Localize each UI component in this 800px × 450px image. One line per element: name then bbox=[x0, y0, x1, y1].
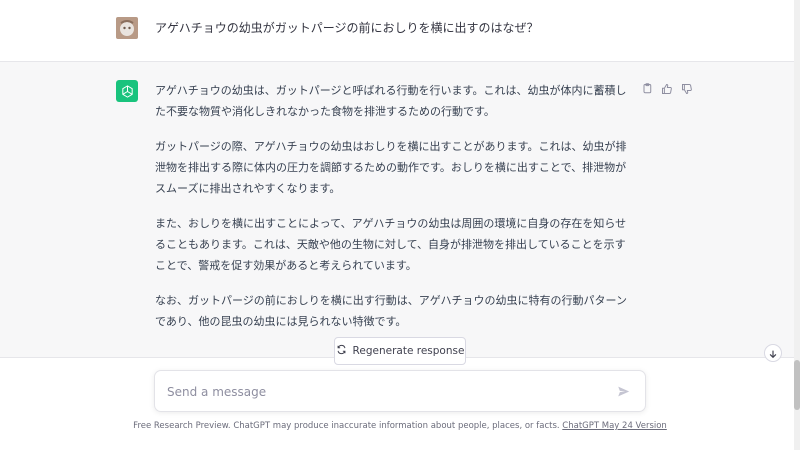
answer-paragraph: アゲハチョウの幼虫は、ガットパージと呼ばれる行動を行います。これは、幼虫が体内に… bbox=[155, 84, 627, 118]
message-composer bbox=[154, 370, 646, 412]
user-message-text: アゲハチョウの幼虫がガットパージの前におしりを横に出すのはなぜ？ bbox=[155, 21, 539, 35]
regenerate-response-button[interactable]: Regenerate response bbox=[334, 337, 466, 365]
message-input[interactable] bbox=[167, 382, 607, 402]
copy-icon[interactable] bbox=[640, 82, 654, 96]
chatgpt-logo-icon bbox=[116, 80, 138, 102]
regenerate-label: Regenerate response bbox=[352, 345, 465, 357]
message-actions bbox=[640, 82, 694, 96]
footer-disclaimer: Free Research Preview. ChatGPT may produ… bbox=[0, 421, 800, 431]
arrow-down-icon bbox=[768, 344, 778, 363]
answer-paragraph: また、おしりを横に出すことによって、アゲハチョウの幼虫は周囲の環境に自身の存在を… bbox=[155, 217, 627, 272]
assistant-message-row: アゲハチョウの幼虫は、ガットパージと呼ばれる行動を行います。これは、幼虫が体内に… bbox=[0, 62, 800, 358]
scroll-to-bottom-button[interactable] bbox=[764, 344, 782, 362]
thumbs-up-icon[interactable] bbox=[660, 82, 674, 96]
answer-paragraph: なお、ガットパージの前におしりを横に出す行動は、アゲハチョウの幼虫に特有の行動パ… bbox=[155, 294, 628, 328]
version-link[interactable]: ChatGPT May 24 Version bbox=[562, 421, 667, 431]
send-icon bbox=[617, 383, 630, 402]
scrollbar-thumb[interactable] bbox=[794, 360, 800, 410]
thumbs-down-icon[interactable] bbox=[680, 82, 694, 96]
footer-text: Free Research Preview. ChatGPT may produ… bbox=[133, 421, 563, 431]
send-button[interactable] bbox=[615, 384, 631, 400]
user-avatar bbox=[116, 17, 138, 39]
user-message-row: アゲハチョウの幼虫がガットパージの前におしりを横に出すのはなぜ？ bbox=[0, 0, 800, 62]
assistant-message-text: アゲハチョウの幼虫は、ガットパージと呼ばれる行動を行います。これは、幼虫が体内に… bbox=[155, 80, 633, 346]
refresh-icon bbox=[336, 344, 347, 358]
answer-paragraph: ガットパージの際、アゲハチョウの幼虫はおしりを横に出すことがあります。これは、幼… bbox=[155, 140, 627, 195]
